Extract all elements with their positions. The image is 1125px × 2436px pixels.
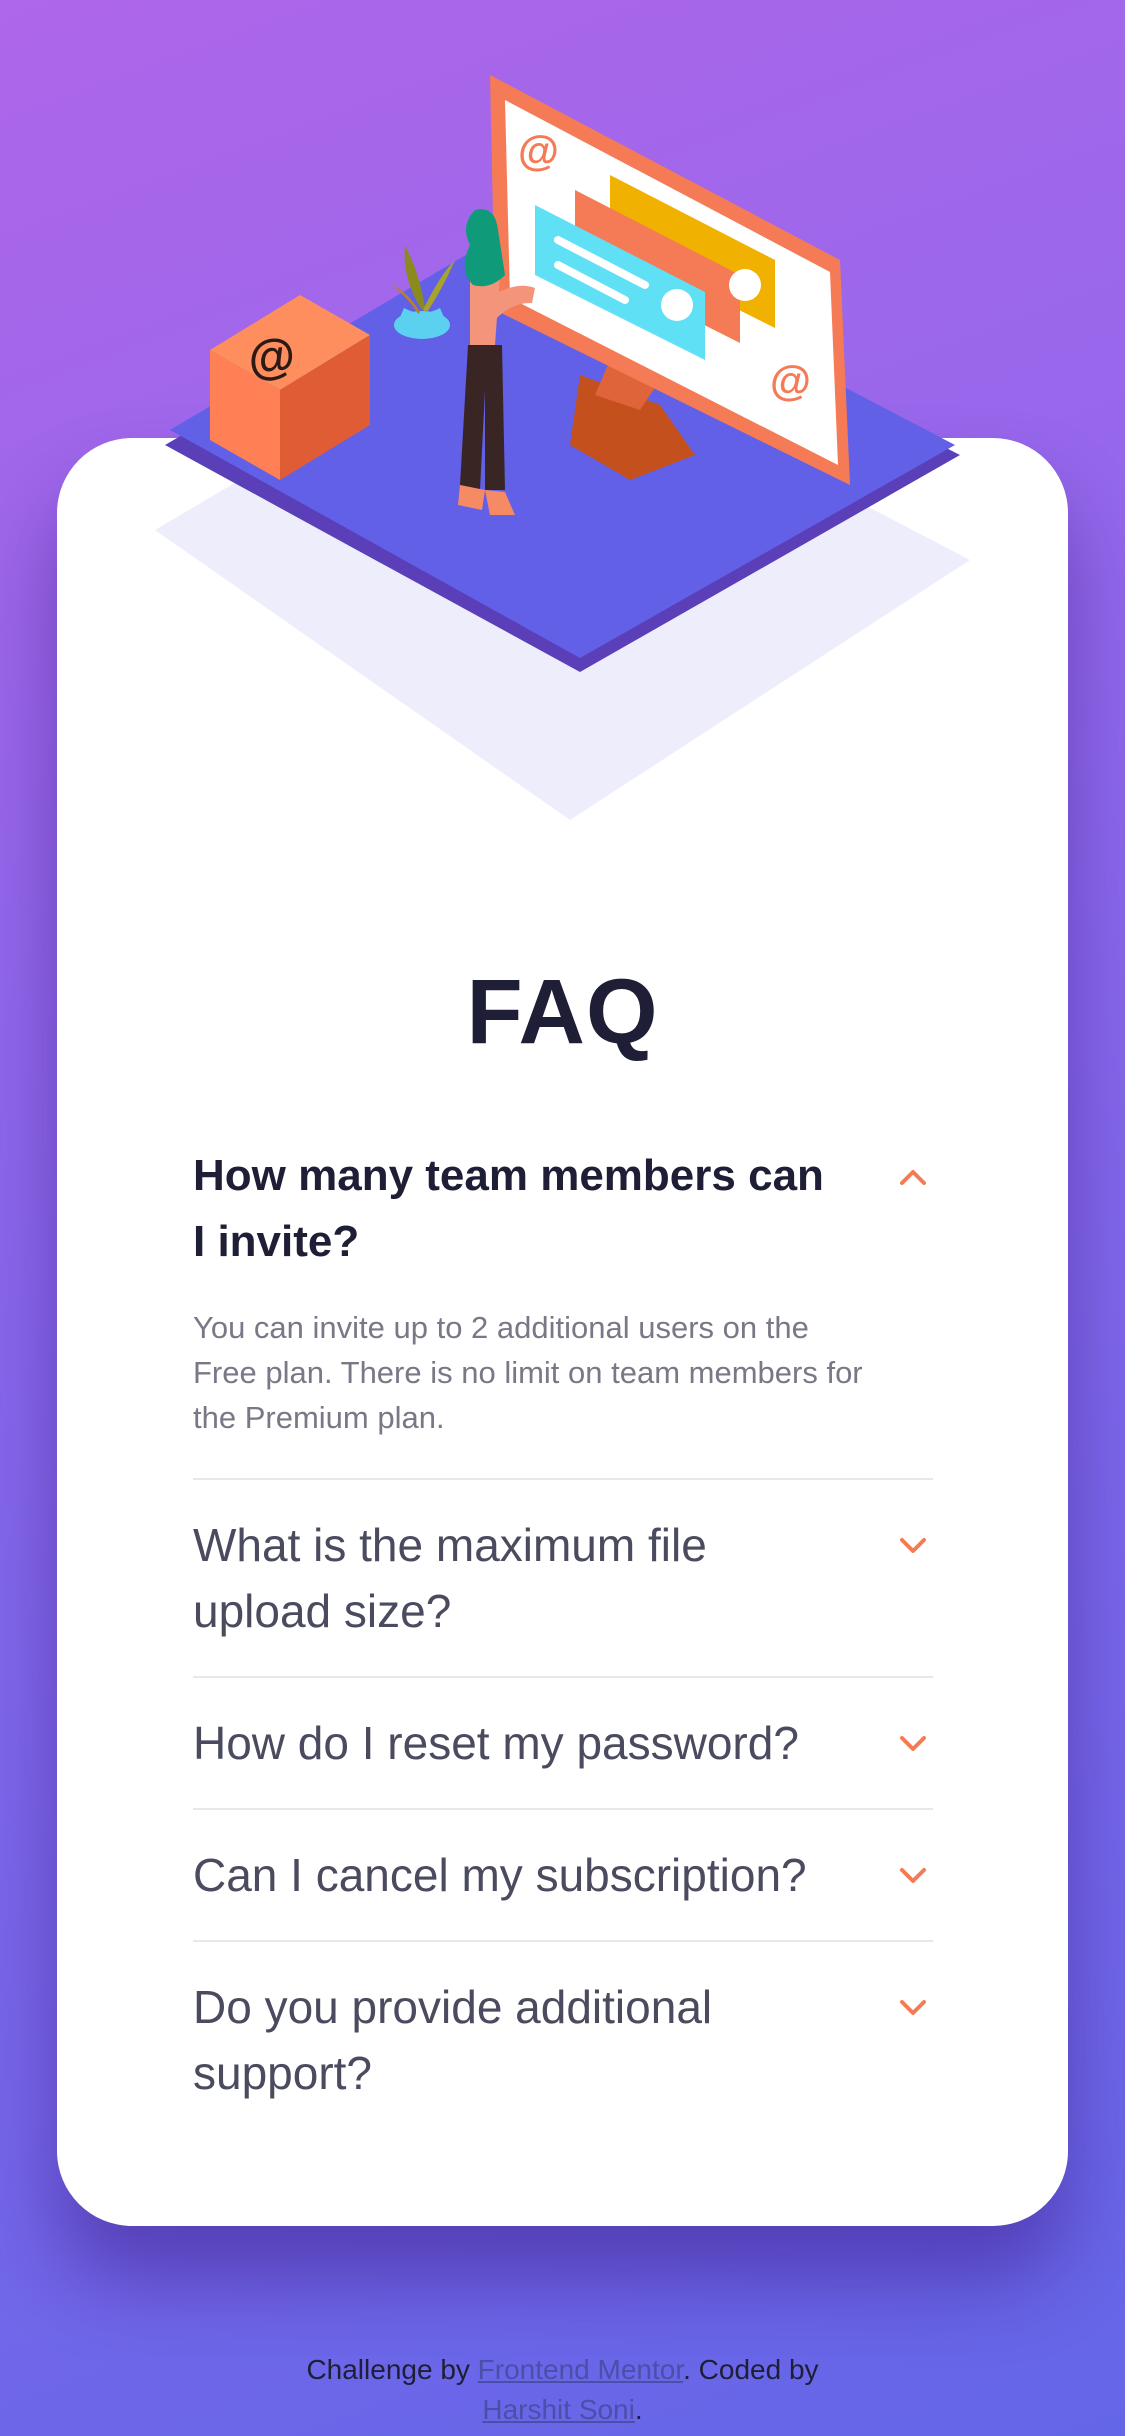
faq-item: What is the maximum file upload size?	[193, 1480, 933, 1678]
faq-item: How do I reset my password?	[193, 1678, 933, 1810]
frontend-mentor-link[interactable]: Frontend Mentor	[478, 2354, 683, 2385]
attribution-line-2: Harshit Soni.	[0, 2390, 1125, 2430]
faq-question-button[interactable]: What is the maximum file upload size?	[193, 1480, 933, 1676]
attribution-middle: . Coded by	[683, 2354, 819, 2385]
attribution-suffix: .	[634, 2394, 643, 2425]
faq-list: How many team members can I invite? You …	[193, 1135, 933, 2138]
faq-question-button[interactable]: How many team members can I invite?	[193, 1135, 933, 1305]
chevron-down-icon[interactable]	[893, 1724, 933, 1764]
faq-item: How many team members can I invite? You …	[193, 1135, 933, 1480]
svg-text:@: @	[770, 357, 811, 404]
chevron-down-icon[interactable]	[893, 1526, 933, 1566]
faq-question-text: Do you provide additional support?	[193, 1981, 713, 2099]
author-link[interactable]: Harshit Soni	[482, 2394, 635, 2425]
woman-online-illustration: @ @ @	[155, 75, 970, 820]
faq-item: Can I cancel my subscription?	[193, 1810, 933, 1942]
faq-item: Do you provide additional support?	[193, 1942, 933, 2138]
chevron-down-icon[interactable]	[893, 1856, 933, 1896]
attribution: Challenge by Frontend Mentor. Coded by H…	[0, 2350, 1125, 2430]
faq-question-button[interactable]: How do I reset my password?	[193, 1678, 933, 1808]
svg-text:@: @	[246, 329, 298, 387]
faq-question-button[interactable]: Can I cancel my subscription?	[193, 1810, 933, 1940]
faq-question-text: How many team members can I invite?	[193, 1151, 824, 1266]
faq-question-text: How do I reset my password?	[193, 1717, 799, 1769]
chevron-up-icon[interactable]	[893, 1157, 933, 1197]
page-title: FAQ	[466, 961, 659, 1063]
attribution-prefix: Challenge by	[306, 2354, 478, 2385]
faq-question-button[interactable]: Do you provide additional support?	[193, 1942, 933, 2138]
svg-text:@: @	[518, 127, 559, 174]
chevron-down-icon[interactable]	[893, 1988, 933, 2028]
faq-answer: You can invite up to 2 additional users …	[193, 1310, 863, 1435]
faq-question-text: Can I cancel my subscription?	[193, 1849, 807, 1901]
attribution-line-1: Challenge by Frontend Mentor. Coded by	[0, 2350, 1125, 2390]
faq-question-text: What is the maximum file upload size?	[193, 1519, 707, 1637]
